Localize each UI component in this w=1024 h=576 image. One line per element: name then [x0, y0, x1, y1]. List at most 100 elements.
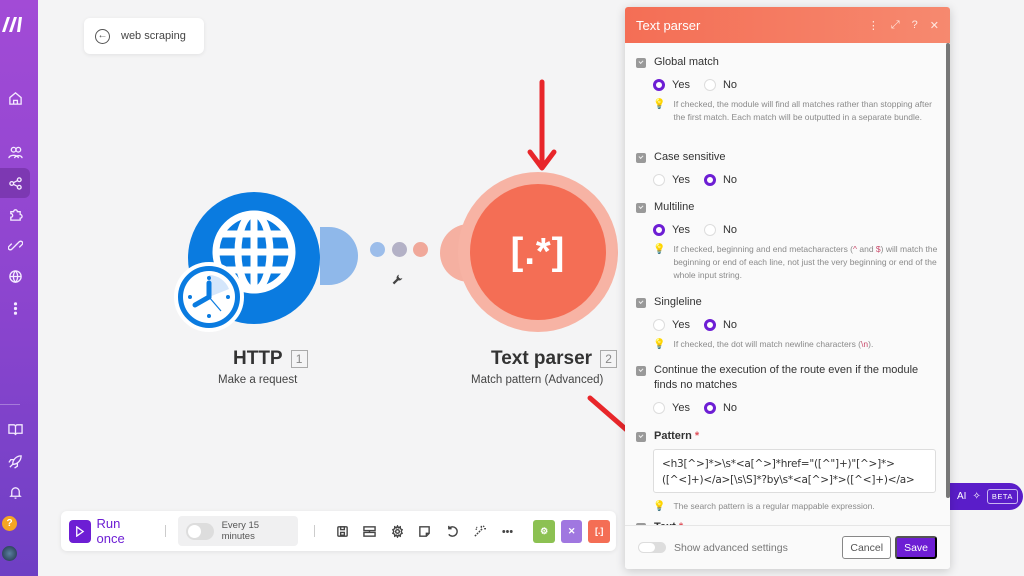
ai-assistant-button[interactable]: AI ✧ BETA — [945, 483, 1023, 510]
scenario-toolbar: Run once Every 15 minutes ⚙ ✕ [.] — [61, 511, 616, 551]
sidebar-item-scenarios[interactable] — [0, 168, 30, 198]
field-continue-execution: Continue the execution of the route even… — [636, 363, 938, 414]
radio-yes[interactable]: Yes — [653, 224, 690, 236]
connector-dot[interactable] — [370, 242, 385, 257]
field-toggle-checkbox[interactable] — [636, 153, 646, 163]
run-once-label[interactable]: Run once — [97, 516, 149, 546]
sidebar-item-connections[interactable] — [0, 230, 30, 260]
toolbar-divider — [314, 525, 315, 537]
radio-no[interactable]: No — [703, 402, 737, 414]
radio-yes[interactable]: Yes — [653, 319, 690, 331]
annotation-arrow-down — [527, 79, 557, 171]
radio-no[interactable]: No — [703, 79, 737, 91]
module-number: 2 — [600, 350, 618, 368]
notes-button[interactable] — [413, 519, 435, 543]
sidebar-item-apps[interactable] — [0, 199, 30, 229]
sidebar-item-team[interactable] — [0, 137, 30, 167]
sidebar-item-docs[interactable] — [0, 414, 30, 444]
advanced-settings-label: Show advanced settings — [674, 541, 788, 554]
gear-icon: ⚙ — [540, 525, 549, 536]
help-button[interactable]: ? — [2, 516, 17, 531]
flow-control-button[interactable]: ✕ — [560, 519, 583, 543]
radio-no[interactable]: No — [703, 224, 737, 236]
field-toggle-checkbox[interactable] — [636, 203, 646, 213]
scenario-back-button[interactable]: ← web scraping — [84, 18, 204, 54]
panel-body: Global match Yes No 💡 If checked, the mod… — [625, 43, 944, 525]
link-icon — [7, 240, 23, 250]
radio-no[interactable]: No — [703, 174, 737, 186]
field-toggle-checkbox[interactable] — [636, 298, 646, 308]
field-hint: 💡 The search pattern is a regular mappabl… — [653, 501, 875, 512]
magic-wand-icon — [474, 524, 487, 537]
text-parser-button[interactable]: [.] — [588, 519, 610, 543]
book-icon — [7, 423, 23, 435]
advanced-settings-toggle[interactable] — [638, 542, 666, 553]
panel-scrollbar[interactable] — [946, 43, 950, 498]
close-icon[interactable]: ✕ — [930, 19, 939, 32]
field-toggle-checkbox[interactable] — [636, 366, 646, 376]
radio-yes[interactable]: Yes — [653, 174, 690, 186]
field-pattern: Pattern * <h3[^>]*>\s*<a[^>]*href="([^"]+… — [636, 429, 938, 513]
wrench-icon[interactable] — [391, 273, 404, 289]
field-case-sensitive: Case sensitive Yes No — [636, 150, 938, 186]
text-parser-module[interactable]: [.*] — [470, 184, 606, 320]
clock-icon — [183, 271, 235, 323]
users-icon — [7, 146, 23, 158]
ai-label: AI — [957, 491, 967, 502]
field-toggle-checkbox[interactable] — [636, 432, 646, 442]
radio-yes[interactable]: Yes — [653, 79, 690, 91]
field-hint: 💡 If checked, the dot will match newline … — [653, 339, 874, 350]
more-vertical-icon[interactable]: ⋮ — [868, 19, 879, 32]
help-icon[interactable]: ? — [912, 19, 918, 32]
auto-align-button[interactable] — [468, 519, 490, 543]
lightbulb-icon: 💡 — [653, 99, 666, 110]
field-toggle-checkbox[interactable] — [636, 58, 646, 68]
connector-dot[interactable] — [413, 242, 428, 257]
module-number: 1 — [290, 350, 308, 368]
tools-button[interactable]: ⚙ — [533, 519, 555, 543]
field-hint: 💡 If checked, the module will find all ma… — [653, 99, 932, 122]
field-multiline: Multiline Yes No 💡 If checked, beginning … — [636, 200, 938, 282]
schedule-toggle[interactable] — [185, 522, 214, 540]
settings-icon — [391, 524, 403, 538]
globe-icon — [8, 269, 22, 283]
connector-dot[interactable] — [392, 242, 407, 257]
regex-icon: [.*] — [510, 230, 566, 273]
play-icon — [76, 525, 85, 537]
radio-yes[interactable]: Yes — [653, 402, 690, 414]
make-logo[interactable] — [0, 14, 26, 36]
field-global-match: Global match Yes No 💡 If checked, the mod… — [636, 55, 938, 124]
undo-button[interactable] — [441, 519, 463, 543]
share-icon — [8, 176, 22, 190]
device-button[interactable] — [358, 519, 380, 543]
schedule-clock-badge[interactable] — [174, 262, 244, 332]
device-icon — [363, 525, 376, 537]
text-parser-module-subtitle: Match pattern (Advanced) — [471, 374, 604, 386]
save-button[interactable] — [331, 519, 353, 543]
more-button[interactable] — [496, 519, 518, 543]
save-icon — [336, 525, 348, 537]
sidebar-item-whats-new[interactable] — [0, 446, 30, 476]
schedule-label: Every 15 minutes — [221, 520, 260, 542]
lightbulb-icon: 💡 — [653, 339, 666, 350]
save-button[interactable]: Save — [895, 536, 937, 559]
user-avatar[interactable] — [2, 546, 17, 561]
regex-icon: [.] — [594, 526, 604, 536]
cancel-button[interactable]: Cancel — [842, 536, 892, 559]
settings-button[interactable] — [386, 519, 408, 543]
rocket-icon — [7, 454, 22, 469]
home-icon — [8, 91, 22, 105]
pattern-input[interactable]: <h3[^>]*>\s*<a[^>]*href="([^"]+)"[^>]*>(… — [653, 449, 936, 493]
more-vertical-icon — [13, 301, 17, 315]
run-once-button[interactable] — [69, 519, 91, 543]
schedule-control[interactable]: Every 15 minutes — [177, 516, 298, 546]
text-parser-module-title: Text parser 2 — [491, 348, 618, 370]
sidebar-item-notifications[interactable] — [0, 477, 30, 507]
http-module-connector[interactable] — [320, 227, 358, 285]
radio-no[interactable]: No — [703, 319, 737, 331]
maximize-icon[interactable]: ⤢ — [891, 19, 900, 32]
sidebar-item-webhooks[interactable] — [0, 261, 30, 291]
scenario-name: web scraping — [121, 30, 186, 42]
sidebar-item-more[interactable] — [0, 293, 30, 323]
sidebar-item-home[interactable] — [0, 83, 30, 113]
